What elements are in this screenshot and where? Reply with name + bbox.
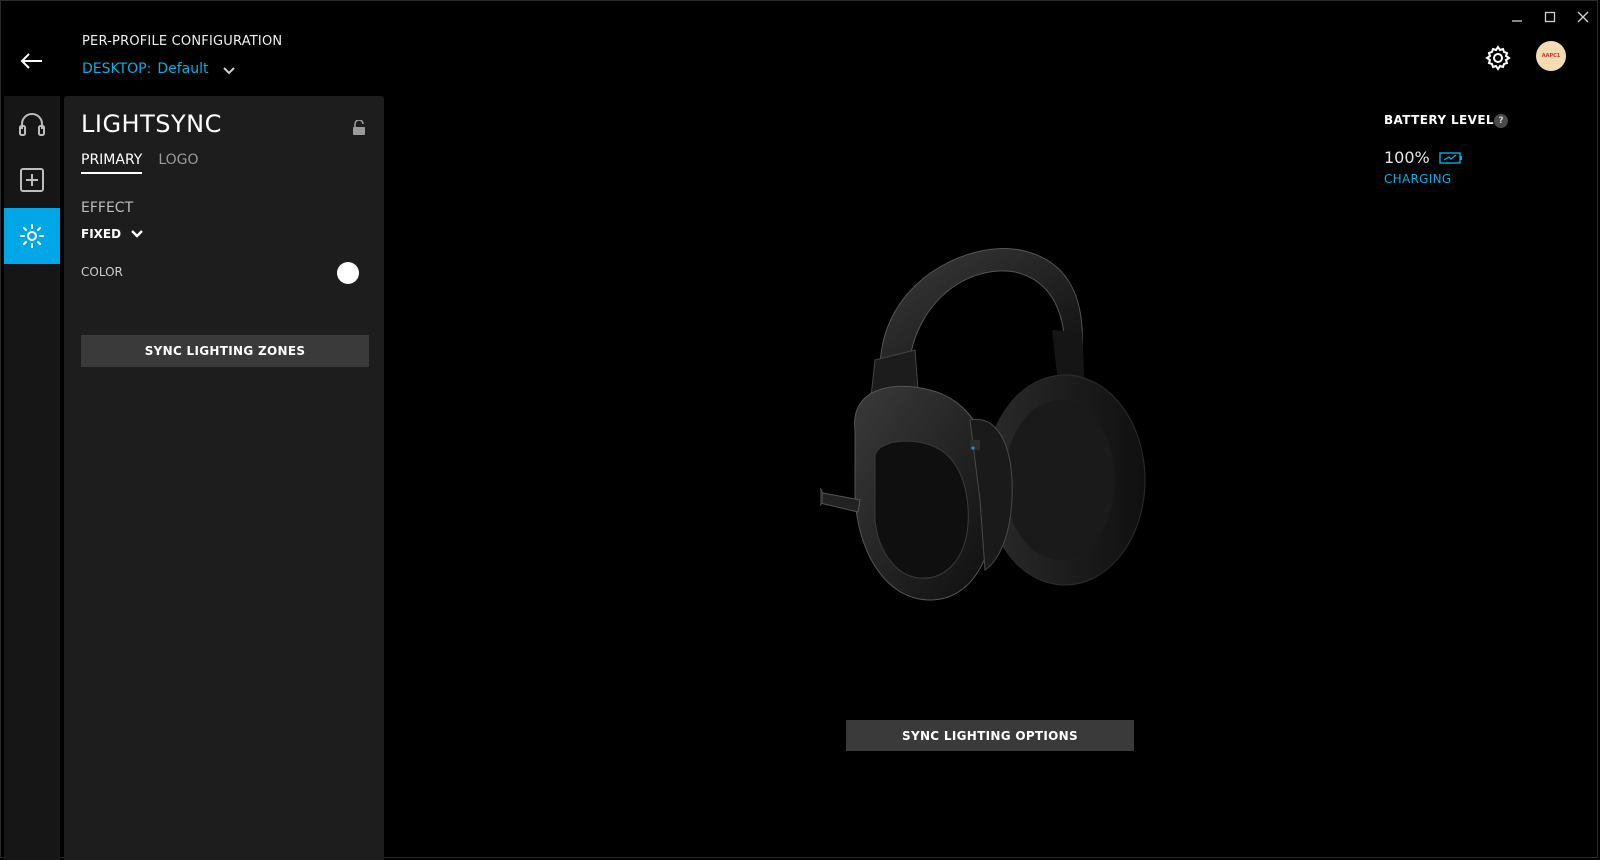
tab-logo[interactable]: LOGO [158,152,198,174]
effect-value: FIXED [81,227,122,241]
battery-charging-icon [1439,152,1462,164]
arrow-left-icon [20,53,42,69]
back-button[interactable] [17,46,47,76]
lightsync-panel: LIGHTSYNC PRIMARY LOGO EFFECT FIXED COLO… [64,96,384,860]
profile-prefix: DESKTOP: [82,61,152,77]
help-icon[interactable]: ? [1494,114,1508,128]
effect-label: EFFECT [81,200,134,216]
close-icon [1577,11,1589,23]
avatar-text: AAPC1 [1541,53,1561,59]
rail-item-assignments[interactable] [4,152,60,208]
headset-icon [19,113,45,136]
minimize-icon [1512,20,1522,22]
lightsync-icon [20,224,44,248]
icon-rail [4,96,60,860]
avatar[interactable]: AAPC1 [1536,41,1566,71]
tab-bar: PRIMARY LOGO [81,152,199,174]
gear-icon [1485,45,1511,71]
chevron-down-icon [222,66,235,74]
effect-dropdown[interactable]: FIXED [81,227,143,241]
profile-selector[interactable]: DESKTOP: Default [82,61,235,77]
maximize-icon [1544,11,1556,23]
close-button[interactable] [1568,6,1598,28]
panel-title: LIGHTSYNC [81,110,222,138]
battery-status: CHARGING [1384,172,1452,186]
sync-lighting-options-button[interactable]: SYNC LIGHTING OPTIONS [846,720,1134,751]
profile-name: Default [157,61,209,77]
page-title: PER-PROFILE CONFIGURATION [82,34,283,49]
chevron-down-icon [131,230,143,238]
minimize-button[interactable] [1502,6,1532,28]
color-swatch[interactable] [337,262,359,284]
tab-primary[interactable]: PRIMARY [81,152,143,174]
sync-lighting-zones-button[interactable]: SYNC LIGHTING ZONES [81,335,369,367]
battery-percent: 100% [1384,148,1430,167]
color-label: COLOR [81,265,123,279]
maximize-button[interactable] [1535,6,1565,28]
add-assignment-icon [20,168,44,192]
unlock-icon[interactable] [352,120,366,136]
battery-title: BATTERY LEVEL [1384,113,1494,127]
rail-item-headset[interactable] [4,96,60,152]
rail-item-lightsync[interactable] [4,208,60,264]
headset-image [820,248,1146,601]
settings-button[interactable] [1482,42,1514,74]
